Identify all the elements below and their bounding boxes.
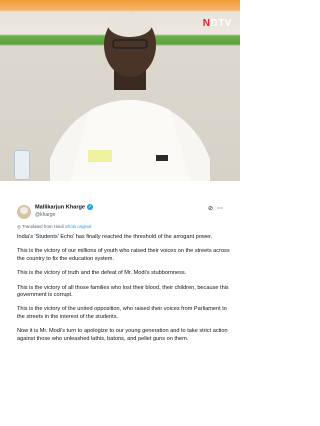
translation-notice: ◎ Translated from Hindi Show original	[17, 224, 91, 230]
author-name-text[interactable]: Mallikarjun Kharge	[35, 204, 85, 210]
tweet-text: India's 'Students' Echo' has finally rea…	[17, 234, 232, 350]
tweet-paragraph: This is the victory of the united opposi…	[17, 306, 227, 320]
more-icon[interactable]: ⋯	[217, 206, 223, 212]
tweet-tools: ⊘ ⋯	[204, 205, 223, 212]
water-bottle	[14, 150, 30, 180]
tweet-paragraph: This is the victory of our millions of y…	[17, 248, 230, 262]
person-photo	[50, 13, 210, 181]
show-original-link[interactable]: Show original	[65, 224, 91, 229]
avatar[interactable]	[17, 205, 31, 219]
globe-icon: ◎	[17, 224, 21, 229]
tweet-paragraph: Now it is Mr. Modi's turn to apologize t…	[17, 328, 228, 342]
author-handle[interactable]: @kharge	[35, 212, 55, 218]
tweet-media-photo[interactable]: NDTV	[0, 0, 240, 181]
translated-label: Translated from Hindi	[21, 224, 64, 229]
tweet-paragraph: India's 'Students' Echo' has finally rea…	[17, 234, 213, 240]
grok-icon[interactable]: ⊘	[208, 206, 213, 212]
tweet-paragraph: This is the victory of truth and the def…	[17, 270, 187, 277]
ndtv-watermark: NDTV	[202, 18, 232, 29]
author-name[interactable]: Mallikarjun Kharge ✓	[35, 204, 94, 210]
tweet-paragraph: This is the victory of all those familie…	[17, 284, 229, 299]
verified-badge-icon: ✓	[87, 204, 94, 210]
